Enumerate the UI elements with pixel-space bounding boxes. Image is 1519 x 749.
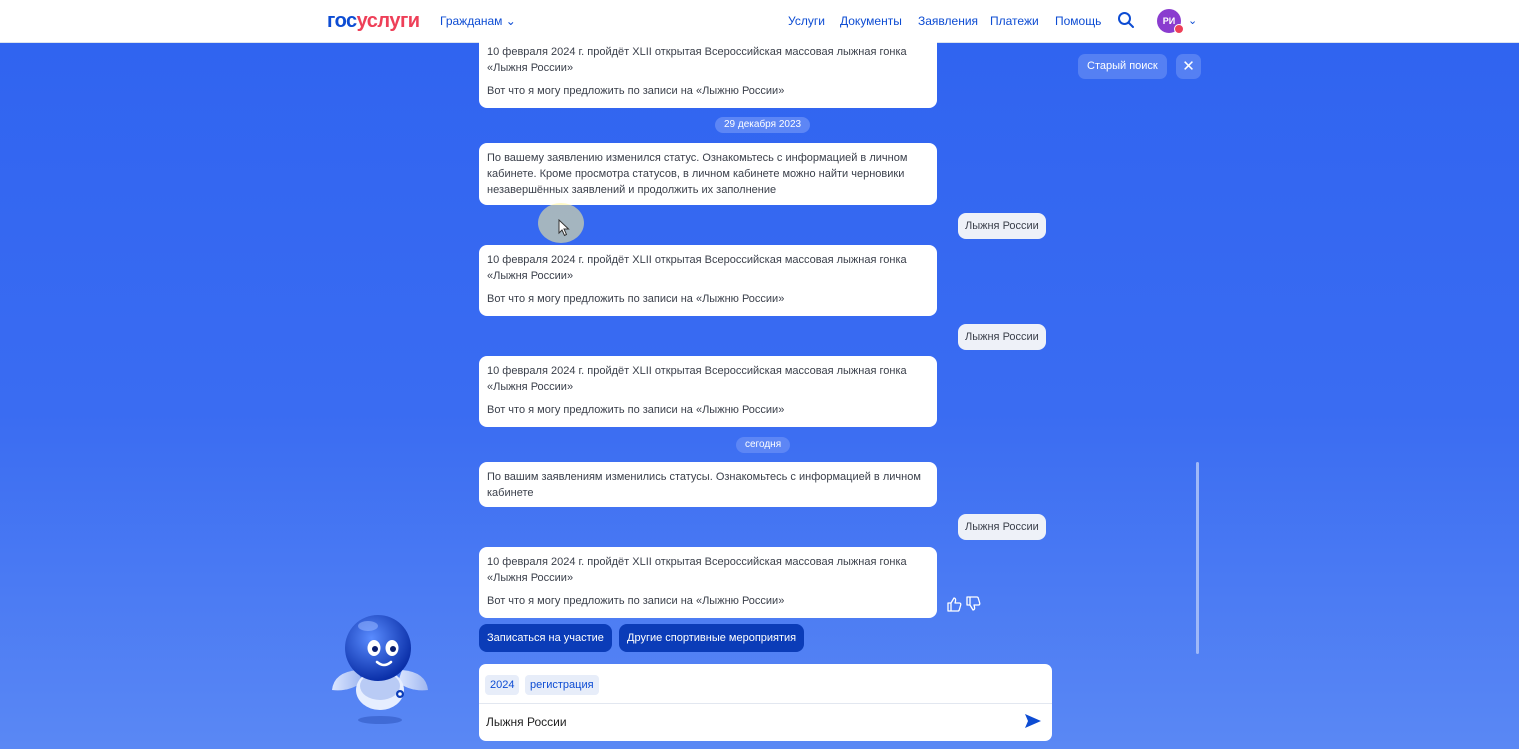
nav-payments[interactable]: Платежи	[990, 14, 1039, 28]
close-icon[interactable]: ✕	[1176, 54, 1201, 79]
chat-input-panel: 2024 регистрация Лыжня России	[479, 664, 1052, 741]
thumbs-up-icon[interactable]	[946, 596, 962, 612]
bot-message: 10 февраля 2024 г. пройдёт XLII открытая…	[479, 547, 937, 618]
bot-message: 10 февраля 2024 г. пройдёт XLII открытая…	[479, 245, 937, 316]
chevron-down-icon: ⌄	[505, 14, 516, 28]
date-separator: сегодня	[736, 437, 791, 453]
citizens-menu[interactable]: Гражданам ⌄	[440, 14, 516, 28]
user-message: Лыжня России	[958, 213, 1046, 239]
thumbs-down-icon[interactable]	[965, 596, 981, 612]
nav-documents[interactable]: Документы	[840, 14, 902, 28]
chat-scrollbar[interactable]	[1196, 462, 1199, 654]
message-input[interactable]: Лыжня России	[486, 715, 567, 729]
register-participation-button[interactable]: Записаться на участие	[479, 624, 612, 652]
gosuslugi-logo[interactable]: госуслуги	[327, 10, 420, 33]
user-message: Лыжня России	[958, 324, 1046, 350]
bot-message: 10 февраля 2024 г. пройдёт XLII открытая…	[479, 42, 937, 108]
nav-services[interactable]: Услуги	[788, 14, 825, 28]
top-navigation-bar: госуслуги Гражданам ⌄ Услуги Документы З…	[0, 0, 1519, 43]
bot-message: По вашим заявлениям изменились статусы. …	[479, 462, 937, 507]
nav-applications[interactable]: Заявления	[918, 14, 978, 28]
suggestion-chip-2024[interactable]: 2024	[485, 675, 520, 695]
search-icon[interactable]	[1117, 11, 1135, 29]
chevron-down-icon[interactable]: ⌄	[1188, 14, 1197, 27]
bot-message: 10 февраля 2024 г. пройдёт XLII открытая…	[479, 356, 937, 427]
nav-help[interactable]: Помощь	[1055, 14, 1101, 28]
robot-mascot-icon	[332, 615, 428, 724]
user-message: Лыжня России	[958, 514, 1046, 540]
date-separator: 29 декабря 2023	[715, 117, 811, 133]
cursor-icon	[558, 219, 570, 237]
notification-dot	[1174, 24, 1184, 34]
other-sports-events-button[interactable]: Другие спортивные мероприятия	[619, 624, 805, 652]
send-icon[interactable]	[1024, 712, 1042, 730]
divider	[479, 703, 1052, 704]
bot-message: По вашему заявлению изменился статус. Оз…	[479, 143, 937, 205]
old-search-button[interactable]: Старый поиск	[1078, 54, 1167, 79]
suggestion-chip-registration[interactable]: регистрация	[525, 675, 599, 695]
